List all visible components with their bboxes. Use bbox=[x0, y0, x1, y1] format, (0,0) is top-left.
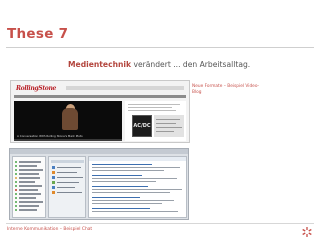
acdc-ad-banner: AC/DC bbox=[132, 115, 152, 137]
title-divider bbox=[6, 47, 314, 48]
chat-room-row bbox=[57, 182, 79, 184]
roster-row bbox=[19, 181, 35, 183]
roster-row bbox=[19, 177, 40, 179]
chat-conversation-panel bbox=[88, 156, 187, 218]
message-text-line bbox=[92, 200, 174, 202]
chat-room-row bbox=[57, 192, 82, 194]
roster-row bbox=[19, 189, 38, 191]
roster-row bbox=[19, 161, 41, 163]
roster-row bbox=[19, 165, 37, 167]
list-header bbox=[51, 160, 84, 163]
online-icon bbox=[15, 205, 17, 207]
roster-row bbox=[19, 197, 36, 199]
video-player: A Conversation With Rolling Stone's Mark… bbox=[14, 101, 122, 141]
thumb-text-line bbox=[156, 131, 174, 133]
away-icon bbox=[15, 177, 17, 179]
sidebar-text-line bbox=[128, 107, 172, 109]
presenter-figure bbox=[62, 108, 78, 130]
chat-room-row bbox=[57, 172, 77, 174]
video-caption: A Conversation With Rolling Stone's Mark… bbox=[17, 134, 83, 138]
online-icon bbox=[15, 185, 17, 187]
online-icon bbox=[15, 209, 17, 211]
thumb-text-line bbox=[156, 123, 176, 125]
message-text-line bbox=[92, 181, 156, 183]
message-text-line bbox=[92, 178, 177, 180]
roster-row bbox=[19, 169, 43, 171]
chat-room-icon bbox=[52, 186, 55, 189]
related-video-thumb bbox=[154, 115, 184, 137]
video-caption-label: Neue Formate – Beispiel Video-Blog bbox=[192, 84, 260, 95]
chat-list-panel bbox=[48, 156, 86, 218]
chat-screenshot bbox=[9, 148, 189, 220]
roster-row bbox=[19, 193, 41, 195]
online-icon bbox=[15, 181, 17, 183]
message-text-line bbox=[92, 167, 180, 169]
asterisk-logo-icon bbox=[302, 227, 312, 237]
online-icon bbox=[15, 169, 17, 171]
video-blog-screenshot: RollingStone A Conversation With Rolling… bbox=[10, 80, 190, 143]
online-icon bbox=[15, 201, 17, 203]
online-icon bbox=[15, 193, 17, 195]
chat-caption-label: Interne Kommunikation – Beispiel Chat bbox=[7, 227, 93, 232]
footer-divider bbox=[6, 223, 314, 224]
sidebar-text-line bbox=[128, 110, 176, 112]
message-text-line bbox=[92, 211, 178, 213]
online-icon bbox=[15, 161, 17, 163]
message-text-line bbox=[92, 192, 170, 194]
chat-room-icon bbox=[52, 191, 55, 194]
message-text-line bbox=[92, 170, 164, 172]
message-sender-line bbox=[92, 208, 150, 210]
chat-toolbar bbox=[10, 149, 188, 154]
site-header-bar bbox=[66, 86, 184, 90]
roster-row bbox=[19, 209, 37, 211]
chat-room-icon bbox=[52, 176, 55, 179]
thumb-text-line bbox=[156, 119, 180, 121]
headline-accent: Medientechnik bbox=[68, 60, 132, 69]
slide-title: These 7 bbox=[7, 26, 69, 42]
headline: Medientechnik verändert ... den Arbeitsa… bbox=[68, 60, 250, 69]
chat-room-icon bbox=[52, 166, 55, 169]
roster-row bbox=[19, 185, 42, 187]
contact-roster bbox=[12, 156, 46, 218]
message-text-line bbox=[92, 203, 162, 205]
message-text-line bbox=[92, 189, 182, 191]
rolling-stone-logo: RollingStone bbox=[16, 85, 57, 92]
message-sender-line bbox=[92, 197, 140, 199]
online-icon bbox=[15, 197, 17, 199]
message-sender-line bbox=[92, 175, 142, 177]
message-sender-line bbox=[92, 164, 152, 166]
busy-icon bbox=[15, 189, 17, 191]
online-icon bbox=[15, 165, 17, 167]
roster-row bbox=[19, 173, 39, 175]
sidebar-text-line bbox=[128, 104, 180, 106]
thumb-text-line bbox=[156, 127, 182, 129]
online-icon bbox=[15, 173, 17, 175]
message-sender-line bbox=[92, 186, 148, 188]
chat-room-row bbox=[57, 167, 81, 169]
site-nav-bar bbox=[14, 95, 186, 98]
roster-row bbox=[19, 201, 43, 203]
conversation-header bbox=[89, 157, 186, 161]
chat-room-icon bbox=[52, 171, 55, 174]
headline-text: verändert ... den Arbeitsalltag. bbox=[131, 60, 251, 69]
roster-row bbox=[19, 205, 39, 207]
chat-room-icon bbox=[52, 181, 55, 184]
video-progress-bar bbox=[14, 139, 122, 141]
chat-room-row bbox=[57, 177, 83, 179]
chat-room-row bbox=[57, 187, 75, 189]
